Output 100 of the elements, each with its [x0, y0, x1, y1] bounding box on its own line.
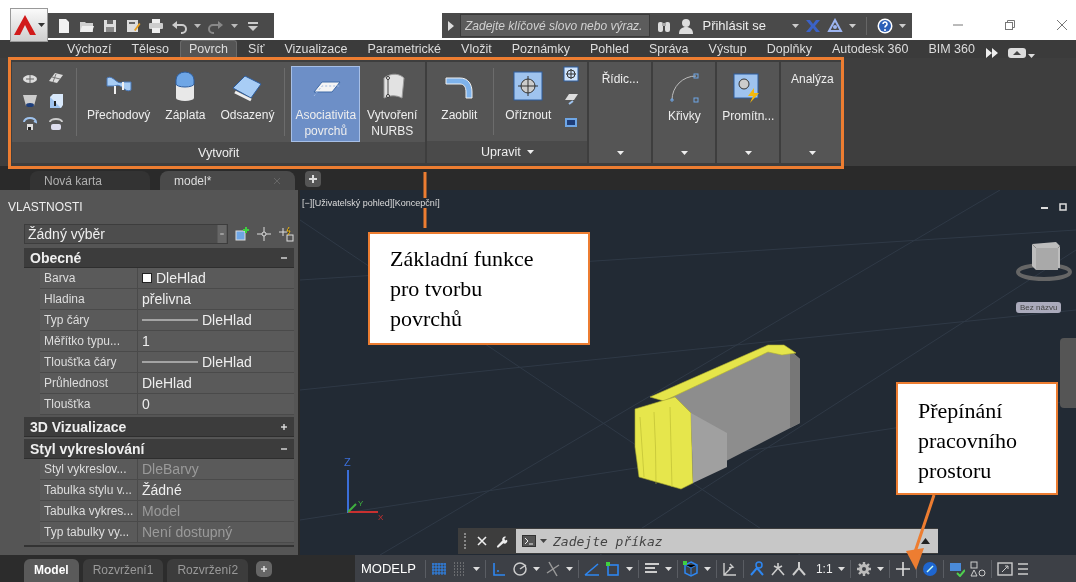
- target-square-icon[interactable]: [563, 66, 580, 82]
- cube-icon[interactable]: [682, 560, 699, 577]
- caret-icon[interactable]: [899, 23, 906, 28]
- isometric-lines-icon[interactable]: [544, 560, 561, 577]
- ribbon-tab[interactable]: Vložit: [452, 40, 501, 58]
- funnel-shape-icon[interactable]: [22, 93, 38, 109]
- collapsed-panel-button[interactable]: Promítn...: [717, 62, 780, 163]
- caret-icon[interactable]: [565, 566, 573, 571]
- save-icon[interactable]: [102, 17, 118, 34]
- sign-in-button[interactable]: Přihlásit se: [700, 18, 769, 33]
- close-icon[interactable]: [1056, 19, 1068, 31]
- crosshair-icon[interactable]: [256, 226, 272, 242]
- property-value[interactable]: DleHlad: [202, 354, 252, 370]
- plus-icon[interactable]: [256, 561, 273, 577]
- swap-arrows-icon[interactable]: [22, 116, 38, 132]
- shapes-icon[interactable]: [969, 560, 986, 577]
- revolve-icon[interactable]: [48, 116, 64, 132]
- ribbon-tool-button[interactable]: Odsazený: [216, 66, 279, 126]
- caret-icon[interactable]: [876, 566, 884, 571]
- ribbon-tab[interactable]: Pohled: [581, 40, 638, 58]
- property-value[interactable]: DleHlad: [142, 375, 192, 391]
- ribbon-tab[interactable]: Parametrické: [358, 40, 451, 58]
- panel-title[interactable]: Upravit: [427, 141, 588, 163]
- caret-icon[interactable]: [231, 23, 238, 28]
- person-icon[interactable]: [769, 560, 786, 577]
- ribbon-tool-button[interactable]: Vytvoření NURBS: [363, 66, 422, 142]
- document-tab[interactable]: model*: [160, 171, 295, 190]
- pickadd-icon[interactable]: [278, 226, 294, 242]
- caret-icon[interactable]: [194, 23, 201, 28]
- property-value[interactable]: DleHlad: [156, 270, 206, 286]
- caret-icon[interactable]: [837, 566, 845, 571]
- new-file-icon[interactable]: [56, 17, 72, 34]
- layout-tab[interactable]: Rozvržení2: [167, 559, 249, 582]
- caret-icon[interactable]: [472, 566, 480, 571]
- ribbon-tab[interactable]: Povrch: [180, 40, 237, 58]
- ribbon-tool-button[interactable]: Záplata: [157, 66, 214, 126]
- ribbon-tab[interactable]: Výchozí: [58, 40, 121, 58]
- caret-icon[interactable]: [849, 23, 857, 28]
- restore-icon[interactable]: [1059, 202, 1068, 211]
- monitor-check-icon[interactable]: [948, 560, 965, 577]
- angle-icon[interactable]: [583, 560, 600, 577]
- round-toggle-icon[interactable]: [921, 560, 938, 577]
- section-header[interactable]: Styl vykreslování: [24, 439, 294, 459]
- search-field[interactable]: Zadejte klíčové slovo nebo výraz.: [460, 14, 651, 37]
- ribbon-tab[interactable]: Autodesk 360: [822, 40, 918, 58]
- plus-icon[interactable]: [894, 560, 911, 577]
- axes-icon[interactable]: [721, 560, 738, 577]
- plus-icon[interactable]: [305, 171, 321, 187]
- document-tab[interactable]: Nová karta: [30, 171, 150, 190]
- caret-icon[interactable]: [792, 23, 800, 28]
- ribbon-tab[interactable]: BIM 360: [919, 40, 984, 58]
- section-header[interactable]: 3D Vizualizace: [24, 417, 294, 437]
- app-menu-button[interactable]: [10, 8, 48, 42]
- property-value[interactable]: přelivna: [142, 291, 192, 307]
- property-value[interactable]: 0: [142, 396, 150, 412]
- expand-arrow-icon[interactable]: [448, 20, 454, 31]
- snap-square-icon[interactable]: [604, 560, 621, 577]
- ribbon-tab[interactable]: Vizualizace: [275, 40, 357, 58]
- toggle-icon[interactable]: [1007, 48, 1026, 58]
- ribbon-tool-button[interactable]: Přechodový: [83, 66, 155, 126]
- view-name-dropdown[interactable]: Bez názvu: [1016, 302, 1062, 313]
- section-header[interactable]: Obecné: [24, 248, 294, 268]
- caret-icon[interactable]: [703, 566, 711, 571]
- help-icon[interactable]: [877, 17, 893, 34]
- restore-icon[interactable]: [1004, 19, 1016, 31]
- property-value[interactable]: Žádné: [142, 482, 182, 498]
- collapsed-panel-button[interactable]: Řídic...: [589, 62, 652, 163]
- mesh-sheet-icon[interactable]: [48, 70, 64, 86]
- panel-title[interactable]: Vytvořit: [12, 142, 426, 163]
- polar-icon[interactable]: [511, 560, 528, 577]
- ribbon-tab[interactable]: Poznámky: [502, 40, 579, 58]
- ribbon-tab[interactable]: Správa: [639, 40, 698, 58]
- fullscreen-icon[interactable]: [996, 560, 1013, 577]
- menu-icon[interactable]: [1017, 560, 1028, 577]
- save-as-icon[interactable]: [125, 17, 141, 34]
- command-field[interactable]: Zadejte příkaz: [516, 529, 938, 553]
- ribbon-tab[interactable]: Výstup: [699, 40, 756, 58]
- property-value[interactable]: 1: [142, 333, 150, 349]
- layout-tab[interactable]: Rozvržení1: [82, 559, 164, 582]
- ribbon-tab[interactable]: Síť: [238, 40, 274, 58]
- plus-icon[interactable]: [280, 422, 288, 431]
- caret-icon[interactable]: [664, 566, 672, 571]
- user-icon[interactable]: [678, 17, 695, 34]
- ribbon-tab[interactable]: Doplňky: [757, 40, 821, 58]
- ribbon-tool-button[interactable]: Oříznout: [500, 66, 557, 126]
- person-icon[interactable]: [748, 560, 765, 577]
- ribbon-tool-button[interactable]: Zaoblit: [431, 66, 488, 126]
- ribbon-tab[interactable]: Těleso: [122, 40, 178, 58]
- collapsed-panel-button[interactable]: Křivky: [653, 62, 716, 163]
- settings-icon[interactable]: [855, 560, 872, 577]
- quick-select-icon[interactable]: [234, 226, 250, 242]
- property-value[interactable]: DleHlad: [202, 312, 252, 328]
- viewport-label[interactable]: [−][Uživatelský pohled][Koncepční]: [302, 198, 440, 208]
- double-arrow-icon[interactable]: [985, 48, 998, 58]
- caret-icon[interactable]: [625, 566, 633, 571]
- wrench-icon[interactable]: [495, 534, 508, 548]
- up-triangle-icon[interactable]: [921, 538, 930, 544]
- selection-dropdown[interactable]: Žádný výběr: [24, 224, 228, 244]
- collapsed-panel-button[interactable]: Analýza: [781, 62, 844, 163]
- box-icon[interactable]: [48, 93, 64, 109]
